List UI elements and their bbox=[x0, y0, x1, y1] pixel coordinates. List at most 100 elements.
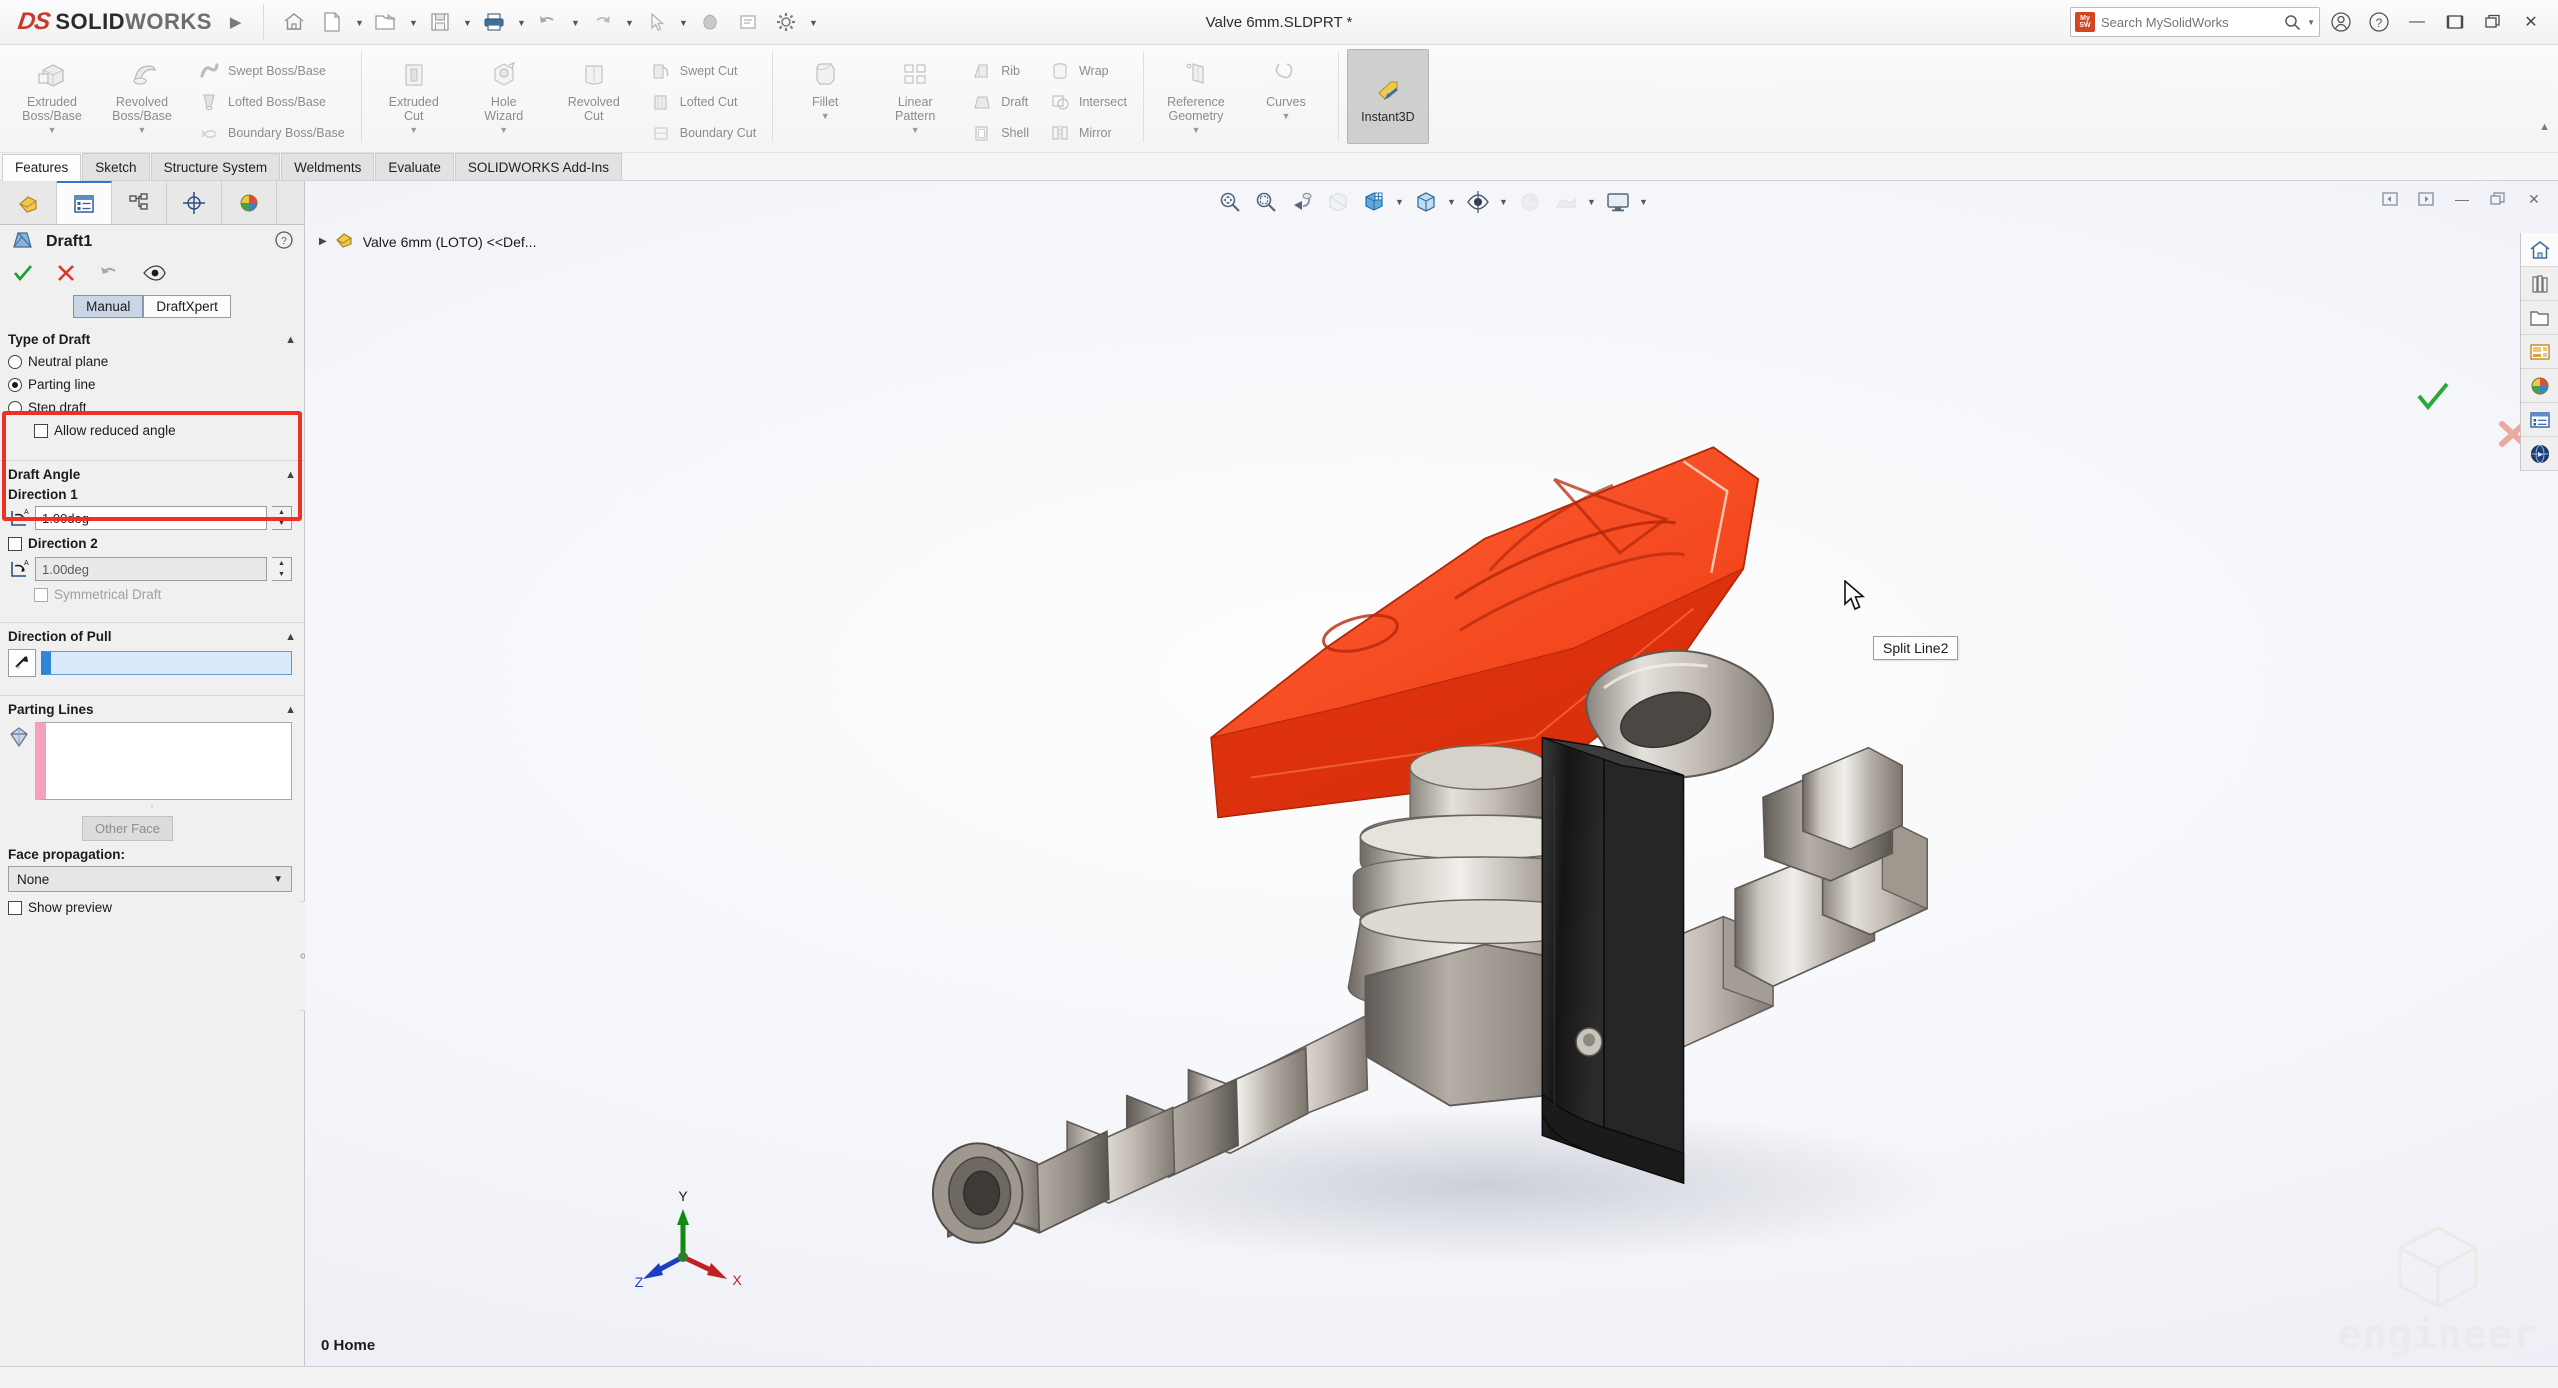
lofted-cut-button[interactable]: Lofted Cut bbox=[642, 87, 762, 117]
detailed-preview-button[interactable] bbox=[142, 264, 166, 287]
tab-weldments[interactable]: Weldments bbox=[281, 153, 375, 180]
undo-icon[interactable] bbox=[530, 4, 566, 40]
minimize-document-button[interactable]: — bbox=[2448, 185, 2476, 213]
solidworks-forum-icon[interactable] bbox=[2521, 437, 2558, 471]
expand-tree-icon[interactable]: ▶ bbox=[319, 236, 327, 247]
symmetrical-draft-option[interactable]: Symmetrical Draft bbox=[0, 583, 304, 606]
parting-lines-list[interactable] bbox=[35, 722, 292, 800]
account-icon[interactable] bbox=[2324, 5, 2358, 39]
solidworks-logo[interactable]: DS SOLID WORKS ▶ bbox=[0, 0, 255, 44]
linear-pattern-button[interactable]: Linear Pattern ▼ bbox=[873, 51, 957, 135]
help-circle-icon[interactable]: ? bbox=[274, 230, 294, 255]
select-caret-icon[interactable]: ▼ bbox=[676, 4, 690, 40]
chevron-up-icon[interactable]: ▲ bbox=[285, 631, 296, 643]
view-settings-icon[interactable] bbox=[1601, 185, 1635, 219]
close-window-button[interactable]: ✕ bbox=[2514, 5, 2548, 39]
file-explorer-icon[interactable] bbox=[2521, 301, 2558, 335]
hide-show-items-icon[interactable] bbox=[1461, 185, 1495, 219]
hide-show-items-caret-icon[interactable]: ▼ bbox=[1497, 185, 1511, 219]
step-draft-option[interactable]: Step draft bbox=[0, 396, 304, 419]
next-document-button[interactable] bbox=[2412, 185, 2440, 213]
linear-pattern-caret-icon[interactable]: ▼ bbox=[911, 125, 920, 135]
chevron-up-icon[interactable]: ▲ bbox=[285, 704, 296, 716]
configuration-manager-tab[interactable] bbox=[112, 181, 167, 224]
resize-grip-icon[interactable]: ◦ bbox=[0, 802, 304, 811]
draft-angle-header[interactable]: Draft Angle ▲ bbox=[0, 464, 304, 485]
rib-button[interactable]: Rib bbox=[963, 56, 1035, 86]
file-properties-icon[interactable] bbox=[730, 4, 766, 40]
symmetrical-draft-checkbox[interactable] bbox=[34, 587, 48, 602]
chevron-up-icon[interactable]: ▲ bbox=[285, 469, 296, 481]
show-preview-checkbox[interactable] bbox=[8, 900, 22, 915]
minimize-window-button[interactable]: — bbox=[2400, 5, 2434, 39]
graphics-area[interactable]: ▼ ▼ ▼ ▼ ▼ — ✕ ▶ Valve 6mm (LOTO) <<Def..… bbox=[305, 181, 2558, 1366]
display-style-icon[interactable] bbox=[1409, 185, 1443, 219]
feature-tree-root-row[interactable]: ▶ Valve 6mm (LOTO) <<Def... bbox=[319, 229, 536, 254]
appearances-scenes-icon[interactable] bbox=[2521, 369, 2558, 403]
direction1-angle-input[interactable]: 1.00deg bbox=[35, 506, 267, 530]
curves-button[interactable]: Curves ▼ bbox=[1244, 51, 1328, 121]
neutral-plane-option[interactable]: Neutral plane bbox=[0, 350, 304, 373]
section-view-icon[interactable] bbox=[1321, 185, 1355, 219]
extruded-cut-button[interactable]: Extruded Cut ▼ bbox=[372, 51, 456, 135]
property-manager-tab[interactable] bbox=[57, 181, 112, 224]
swept-boss-base-button[interactable]: Swept Boss/Base bbox=[190, 56, 351, 86]
reference-geometry-button[interactable]: Reference Geometry ▼ bbox=[1154, 51, 1238, 135]
curves-caret-icon[interactable]: ▼ bbox=[1281, 111, 1290, 121]
draftxpert-mode-button[interactable]: DraftXpert bbox=[143, 295, 231, 318]
feature-manager-tab[interactable] bbox=[2, 181, 57, 224]
cancel-button[interactable] bbox=[56, 263, 76, 288]
new-document-icon[interactable] bbox=[314, 4, 350, 40]
restore-window-button[interactable] bbox=[2438, 5, 2472, 39]
search-caret-icon[interactable]: ▼ bbox=[2307, 18, 2315, 27]
shell-button[interactable]: Shell bbox=[963, 118, 1035, 148]
revolved-boss-base-button[interactable]: Revolved Boss/Base ▼ bbox=[100, 51, 184, 135]
close-document-button[interactable]: ✕ bbox=[2520, 185, 2548, 213]
search-mysolidworks[interactable]: MySW ▼ bbox=[2070, 7, 2320, 37]
hole-wizard-button[interactable]: Hole Wizard ▼ bbox=[462, 51, 546, 135]
instant3d-button[interactable]: Instant3D bbox=[1346, 49, 1429, 144]
apply-scene-caret-icon[interactable]: ▼ bbox=[1585, 185, 1599, 219]
fillet-caret-icon[interactable]: ▼ bbox=[821, 111, 830, 121]
hole-wizard-caret-icon[interactable]: ▼ bbox=[499, 125, 508, 135]
wrap-button[interactable]: Wrap bbox=[1041, 56, 1133, 86]
solidworks-resources-icon[interactable] bbox=[2521, 233, 2558, 267]
save-caret-icon[interactable]: ▼ bbox=[460, 4, 474, 40]
save-icon[interactable] bbox=[422, 4, 458, 40]
other-face-button[interactable]: Other Face bbox=[82, 816, 174, 841]
tab-evaluate[interactable]: Evaluate bbox=[375, 153, 454, 180]
restore-document-button[interactable] bbox=[2484, 185, 2512, 213]
zoom-to-fit-icon[interactable] bbox=[1213, 185, 1247, 219]
direction-arrow-icon[interactable] bbox=[8, 649, 36, 677]
type-of-draft-header[interactable]: Type of Draft ▲ bbox=[0, 329, 304, 350]
show-preview-option[interactable]: Show preview bbox=[0, 896, 304, 919]
accept-button[interactable] bbox=[12, 263, 34, 288]
print-caret-icon[interactable]: ▼ bbox=[514, 4, 528, 40]
redo-icon[interactable] bbox=[584, 4, 620, 40]
boundary-boss-base-button[interactable]: Boundary Boss/Base bbox=[190, 118, 351, 148]
view-palette-icon[interactable] bbox=[2521, 335, 2558, 369]
stepper-up-icon[interactable]: ▲ bbox=[272, 558, 291, 569]
view-orientation-icon[interactable] bbox=[1357, 185, 1391, 219]
collapse-ribbon-icon[interactable]: ▲ bbox=[2539, 121, 2550, 133]
direction-of-pull-selection[interactable] bbox=[41, 651, 292, 675]
view-orientation-caret-icon[interactable]: ▼ bbox=[1393, 185, 1407, 219]
menu-expand-arrow-icon[interactable]: ▶ bbox=[230, 13, 242, 31]
tab-features[interactable]: Features bbox=[2, 154, 82, 181]
reference-geometry-caret-icon[interactable]: ▼ bbox=[1191, 125, 1200, 135]
undo-caret-icon[interactable]: ▼ bbox=[568, 4, 582, 40]
allow-reduced-angle-checkbox[interactable] bbox=[34, 423, 48, 438]
open-document-icon[interactable] bbox=[368, 4, 404, 40]
dimxpert-manager-tab[interactable] bbox=[167, 181, 222, 224]
swept-cut-button[interactable]: Swept Cut bbox=[642, 56, 762, 86]
zoom-to-area-icon[interactable] bbox=[1249, 185, 1283, 219]
neutral-plane-radio[interactable] bbox=[8, 354, 22, 369]
chevron-down-icon[interactable]: ▼ bbox=[273, 874, 283, 885]
tab-structure-system[interactable]: Structure System bbox=[150, 153, 281, 180]
intersect-button[interactable]: Intersect bbox=[1041, 87, 1133, 117]
stepper-down-icon[interactable]: ▼ bbox=[272, 518, 291, 529]
options-icon[interactable] bbox=[768, 4, 804, 40]
mirror-button[interactable]: Mirror bbox=[1041, 118, 1133, 148]
edit-appearance-icon[interactable] bbox=[1513, 185, 1547, 219]
apply-scene-icon[interactable] bbox=[1549, 185, 1583, 219]
